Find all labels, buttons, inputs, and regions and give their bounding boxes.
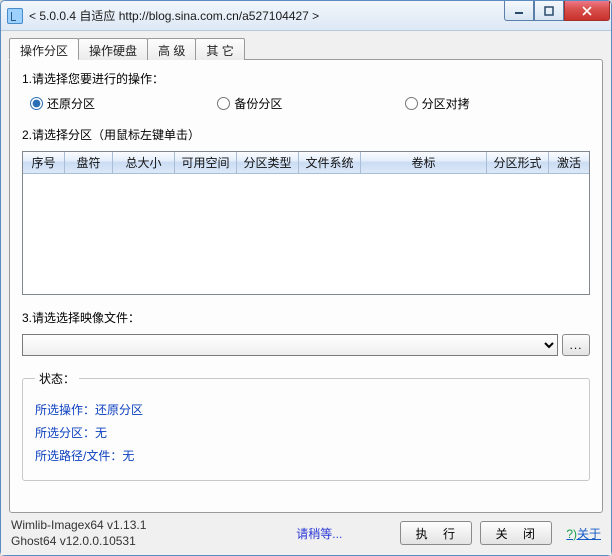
status-op: 所选操作：还原分区: [35, 401, 577, 418]
tab-pane-partition: 1.请选择您要进行的操作： 还原分区 备份分区 分区对拷 2.请选择分区（用鼠标…: [9, 59, 603, 513]
status-group: 状态： 所选操作：还原分区 所选分区：无 所选路径/文件：无: [22, 370, 590, 481]
image-file-combo[interactable]: [22, 334, 558, 356]
radio-backup-wrap[interactable]: 备份分区: [217, 95, 394, 112]
radio-restore-wrap[interactable]: 还原分区: [30, 95, 207, 112]
partition-grid[interactable]: 序号 盘符 总大小 可用空间 分区类型 文件系统 卷标 分区形式 激活: [22, 151, 590, 295]
col-letter[interactable]: 盘符: [65, 152, 113, 174]
radio-clone[interactable]: [405, 97, 418, 110]
grid-body[interactable]: [23, 174, 589, 294]
col-active[interactable]: 激活: [549, 152, 589, 174]
wait-text: 请稍等...: [296, 525, 342, 542]
col-label[interactable]: 卷标: [361, 152, 487, 174]
browse-button[interactable]: ...: [562, 334, 590, 356]
main-window: < 5.0.0.4 自适应 http://blog.sina.com.cn/a5…: [0, 0, 612, 556]
tab-other[interactable]: 其 它: [195, 38, 244, 60]
footer: Wimlib-Imagex64 v1.13.1 Ghost64 v12.0.0.…: [9, 513, 603, 551]
minimize-icon: [514, 6, 524, 16]
about-label: 关于: [577, 527, 601, 541]
radio-restore[interactable]: [30, 97, 43, 110]
client-area: 操作分区 操作硬盘 高 级 其 它 1.请选择您要进行的操作： 还原分区 备份分…: [1, 31, 611, 555]
about-link[interactable]: ?)关于: [566, 525, 601, 542]
minimize-button[interactable]: [504, 1, 534, 21]
radio-clone-label: 分区对拷: [422, 95, 470, 112]
col-total[interactable]: 总大小: [113, 152, 175, 174]
col-fs[interactable]: 文件系统: [299, 152, 361, 174]
tab-disk-ops[interactable]: 操作硬盘: [78, 38, 148, 60]
section2-label: 2.请选择分区（用鼠标左键单击）: [22, 126, 590, 143]
status-path: 所选路径/文件：无: [35, 447, 577, 464]
maximize-icon: [544, 6, 554, 16]
status-legend: 状态：: [35, 370, 79, 387]
col-scheme[interactable]: 分区形式: [487, 152, 549, 174]
version-wimlib: Wimlib-Imagex64 v1.13.1: [11, 517, 146, 533]
col-ptype[interactable]: 分区类型: [237, 152, 299, 174]
radio-restore-label: 还原分区: [47, 95, 95, 112]
version-ghost: Ghost64 v12.0.0.10531: [11, 533, 146, 549]
section3-label: 3.请选选择映像文件：: [22, 309, 590, 326]
operation-radio-row: 还原分区 备份分区 分区对拷: [22, 95, 590, 126]
close-button[interactable]: [564, 1, 610, 21]
grid-header-row: 序号 盘符 总大小 可用空间 分区类型 文件系统 卷标 分区形式 激活: [23, 152, 589, 174]
help-icon: ?): [566, 527, 577, 541]
app-icon: [7, 8, 23, 24]
section1-label: 1.请选择您要进行的操作：: [22, 70, 590, 87]
titlebar[interactable]: < 5.0.0.4 自适应 http://blog.sina.com.cn/a5…: [1, 1, 611, 31]
image-file-row: ...: [22, 334, 590, 356]
close-icon: [581, 6, 593, 16]
radio-backup-label: 备份分区: [234, 95, 282, 112]
radio-backup[interactable]: [217, 97, 230, 110]
radio-clone-wrap[interactable]: 分区对拷: [405, 95, 582, 112]
status-part: 所选分区：无: [35, 424, 577, 441]
execute-button[interactable]: 执 行: [400, 521, 472, 545]
tab-advanced[interactable]: 高 级: [147, 38, 196, 60]
maximize-button[interactable]: [534, 1, 564, 21]
version-block: Wimlib-Imagex64 v1.13.1 Ghost64 v12.0.0.…: [11, 517, 146, 549]
col-free[interactable]: 可用空间: [175, 152, 237, 174]
close-app-button[interactable]: 关 闭: [480, 521, 552, 545]
window-title: < 5.0.0.4 自适应 http://blog.sina.com.cn/a5…: [29, 7, 504, 24]
tab-strip: 操作分区 操作硬盘 高 级 其 它: [9, 38, 603, 60]
window-controls: [504, 1, 610, 21]
col-index[interactable]: 序号: [23, 152, 65, 174]
tab-partition-ops[interactable]: 操作分区: [9, 38, 79, 60]
